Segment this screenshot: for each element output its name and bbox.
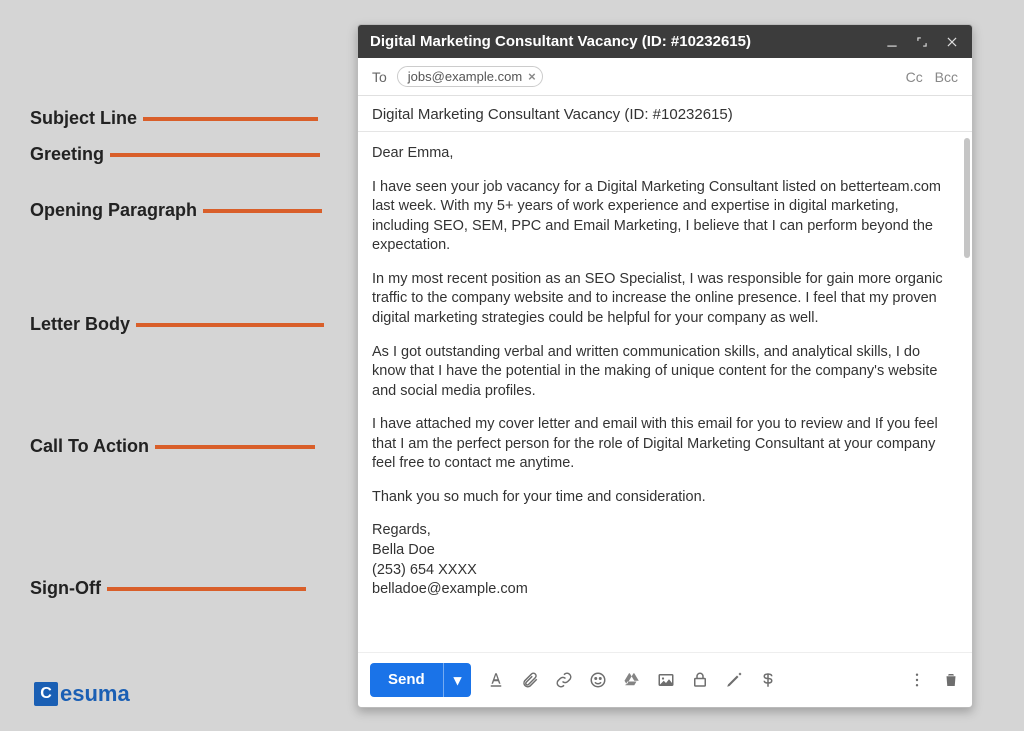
para-signoff: Regards, Bella Doe (253) 654 XXXX bellad… [372, 521, 954, 599]
attach-icon[interactable] [521, 671, 539, 689]
to-label: To [372, 69, 387, 85]
link-icon[interactable] [555, 671, 573, 689]
remove-recipient-icon[interactable]: × [528, 69, 536, 84]
anno-greeting: Greeting [30, 144, 104, 165]
send-options-caret[interactable]: ▾ [443, 663, 472, 697]
send-button[interactable]: Send [370, 663, 443, 697]
send-button-group: Send ▾ [370, 663, 471, 697]
para-body-1: In my most recent position as an SEO Spe… [372, 270, 954, 329]
recipient-email: jobs@example.com [408, 69, 522, 84]
recipient-chip[interactable]: jobs@example.com × [397, 66, 543, 87]
close-icon[interactable] [944, 34, 960, 50]
anno-call-to-action: Call To Action [30, 436, 149, 457]
confidential-icon[interactable] [691, 671, 709, 689]
email-body[interactable]: Dear Emma, I have seen your job vacancy … [358, 132, 972, 652]
formatting-icon[interactable] [487, 671, 505, 689]
anno-sign-off: Sign-Off [30, 578, 101, 599]
dollar-icon[interactable] [759, 671, 777, 689]
para-greeting: Dear Emma, [372, 144, 954, 164]
pen-icon[interactable] [725, 671, 743, 689]
cc-button[interactable]: Cc [906, 69, 923, 85]
drive-icon[interactable] [623, 671, 641, 689]
trash-icon[interactable] [942, 671, 960, 689]
anno-subject-line: Subject Line [30, 108, 137, 129]
window-title: Digital Marketing Consultant Vacancy (ID… [370, 33, 870, 50]
anno-letter-body: Letter Body [30, 314, 130, 335]
para-body-2: As I got outstanding verbal and written … [372, 343, 954, 402]
scrollbar[interactable] [964, 138, 970, 258]
logo-mark: C [34, 682, 58, 706]
logo-text: esuma [60, 681, 130, 707]
para-opening: I have seen your job vacancy for a Digit… [372, 178, 954, 256]
compose-toolbar: Send ▾ [358, 652, 972, 707]
para-cta: I have attached my cover letter and emai… [372, 415, 954, 474]
compose-window: Digital Marketing Consultant Vacancy (ID… [357, 24, 973, 708]
more-icon[interactable] [908, 671, 926, 689]
para-thanks: Thank you so much for your time and cons… [372, 488, 954, 508]
bcc-button[interactable]: Bcc [935, 69, 958, 85]
anno-opening-paragraph: Opening Paragraph [30, 200, 197, 221]
compose-header: Digital Marketing Consultant Vacancy (ID… [358, 25, 972, 58]
minimize-icon[interactable] [884, 34, 900, 50]
fullscreen-icon[interactable] [914, 34, 930, 50]
emoji-icon[interactable] [589, 671, 607, 689]
brand-logo: Cesuma [34, 681, 130, 707]
image-icon[interactable] [657, 671, 675, 689]
recipients-row[interactable]: To jobs@example.com × Cc Bcc [358, 58, 972, 96]
subject-input[interactable]: Digital Marketing Consultant Vacancy (ID… [358, 96, 972, 132]
